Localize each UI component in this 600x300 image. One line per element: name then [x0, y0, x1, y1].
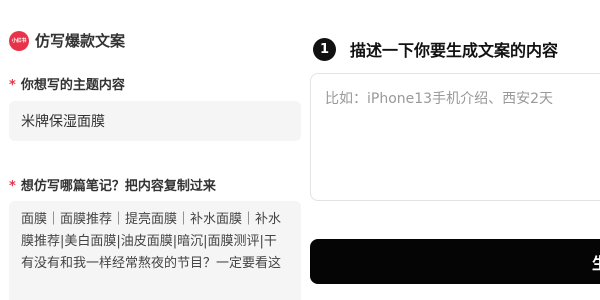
topic-label: * 你想写的主题内容	[9, 74, 125, 93]
reference-label: * 想仿写哪篇笔记？把内容复制过来	[9, 175, 216, 194]
reference-label-text: 想仿写哪篇笔记？把内容复制过来	[20, 179, 216, 194]
reference-line: 膜推荐|美白面膜|油皮面膜|暗沉|面膜测评|干	[21, 234, 277, 249]
reference-textarea[interactable]: 面膜｜面膜推荐｜提亮面膜｜补水面膜｜补水 膜推荐|美白面膜|油皮面膜|暗沉|面膜…	[9, 201, 301, 300]
topic-input[interactable]: 米牌保湿面膜	[9, 101, 301, 141]
step-header: 1 描述一下你要生成文案的内容	[313, 37, 558, 61]
topic-label-text: 你想写的主题内容	[20, 78, 125, 93]
app-header: 小红书 仿写爆款文案	[9, 30, 125, 51]
required-mark: *	[9, 78, 16, 93]
step-title: 描述一下你要生成文案的内容	[350, 41, 559, 60]
reference-line: 有没有和我一样经常熬夜的节目？一定要看这	[21, 256, 282, 271]
left-panel: 小红书 仿写爆款文案 * 你想写的主题内容 米牌保湿面膜 * 想仿写哪篇笔记？把内容…	[0, 0, 301, 300]
prompt-textarea[interactable]: 比如：iPhone13手机介绍、西安2天	[310, 73, 600, 201]
xiaohongshu-logo-icon: 小红书	[9, 30, 29, 51]
generate-button-label: 生	[591, 253, 600, 273]
generate-button[interactable]: 生	[310, 239, 600, 284]
step-number-badge: 1	[313, 37, 336, 61]
page-title: 仿写爆款文案	[35, 32, 126, 50]
required-mark: *	[9, 179, 16, 194]
reference-line: 面膜｜面膜推荐｜提亮面膜｜补水面膜｜补水	[21, 212, 282, 227]
